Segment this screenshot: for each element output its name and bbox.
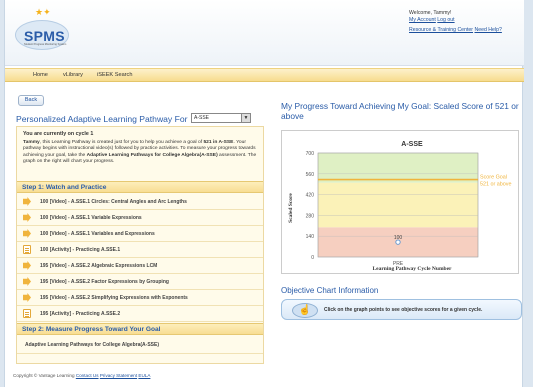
pathway-item-label[interactable]: 195 [Video] - A.SSE.2 Algebraic Expressi…: [40, 263, 157, 269]
pathway-item-label[interactable]: 195 [Activity] - Practicing A.SSE.2: [40, 311, 120, 317]
chart-y-tick-label: 140: [306, 234, 315, 240]
intro-name: Tammy: [23, 140, 40, 145]
intro-assessment: Adaptive Learning Pathways for College A…: [86, 152, 218, 158]
document-icon: [23, 245, 31, 254]
welcome-text: Welcome, Tammy!: [409, 10, 452, 16]
pathway-item[interactable]: 195 [Video] - A.SSE.2 Algebraic Expressi…: [17, 258, 263, 274]
spms-logo[interactable]: ★✦ SPMS Student Progress Monitoring Syst…: [15, 8, 71, 52]
video-icon: [23, 277, 31, 286]
chart-band: [318, 182, 478, 228]
resource-center-link[interactable]: Resource & Training Center: [409, 27, 473, 33]
assessment-item-label[interactable]: Adaptive Learning Pathways for College A…: [25, 342, 159, 348]
cycle-text: You are currently on cycle 1: [23, 131, 94, 137]
pathway-item[interactable]: 100 [Video] - A.SSE.1 Variables and Expr…: [17, 226, 263, 242]
goal-label-line1: Score Goal: [480, 175, 507, 181]
pathway-item[interactable]: 100 [Activity] - Practicing A.SSE.1: [17, 242, 263, 258]
pointing-hand-icon: ☝: [292, 303, 318, 318]
pathway-item[interactable]: 100 [Video] - A.SSE.1 Variable Expressio…: [17, 210, 263, 226]
pathway-item[interactable]: 100 [Video] - A.SSE.1 Circles: Central A…: [17, 194, 263, 210]
chevron-down-icon[interactable]: ▼: [241, 114, 250, 122]
chart-title: A-SSE: [401, 141, 423, 148]
video-icon: [23, 229, 31, 238]
nav-iseek-search[interactable]: iSEEK Search: [97, 72, 132, 78]
log-out-link[interactable]: Log out: [437, 17, 454, 23]
video-icon: [23, 213, 31, 222]
chart-y-label: Scaled Score: [288, 193, 294, 223]
pathway-title: Personalized Adaptive Learning Pathway F…: [16, 114, 188, 124]
progress-chart-box: 0 140 280 420 560 700 PRE A-SSE Learning Path…: [281, 130, 519, 274]
progress-title: My Progress Toward Achieving My Goal: Sc…: [281, 101, 519, 121]
chart-band: [318, 153, 478, 183]
step2-header: Step 2: Measure Progress Toward Your Goa…: [17, 323, 263, 335]
nav-vlibrary[interactable]: vLibrary: [63, 72, 83, 78]
pathway-item-label[interactable]: 100 [Video] - A.SSE.1 Variables and Expr…: [40, 231, 155, 237]
back-button[interactable]: Back: [18, 95, 44, 106]
pathway-item-label[interactable]: 100 [Video] - A.SSE.1 Circles: Central A…: [40, 199, 187, 205]
contact-us-link[interactable]: Contact Us: [76, 373, 99, 378]
subject-select[interactable]: A-SSE ▼: [191, 113, 251, 123]
subject-select-value: A-SSE: [194, 115, 210, 121]
chart-y-tick-label: 560: [306, 172, 315, 178]
privacy-link[interactable]: Privacy Statement: [100, 373, 137, 378]
objective-hint-text: Click on the graph points to see objecti…: [324, 307, 483, 313]
welcome-box: Welcome, Tammy! My Account Log out Resou…: [409, 10, 514, 34]
pathway-panel: You are currently on cycle 1 Tammy, this…: [16, 126, 264, 364]
pathway-item[interactable]: 195 [Video] - A.SSE.2 Factor Expressions…: [17, 274, 263, 290]
pathway-item[interactable]: 195 [Activity] - Practicing A.SSE.2: [17, 306, 263, 322]
video-icon: [23, 197, 31, 206]
intro-text: Tammy, this Learning Pathway is created …: [23, 140, 259, 165]
logo-subtext: Student Progress Monitoring System: [24, 43, 67, 46]
eula-link[interactable]: EULA: [138, 373, 150, 378]
need-help-link[interactable]: Need Help?: [474, 27, 501, 33]
pathway-item-label[interactable]: 100 [Activity] - Practicing A.SSE.1: [40, 247, 120, 253]
page: ★✦ SPMS Student Progress Monitoring Syst…: [4, 0, 524, 387]
chart-data-point[interactable]: [395, 239, 401, 245]
video-icon: [23, 293, 31, 302]
pathway-item-label[interactable]: 100 [Video] - A.SSE.1 Variable Expressio…: [40, 215, 142, 221]
nav-home[interactable]: Home: [33, 72, 48, 78]
logo-text: SPMS: [24, 28, 65, 44]
intro-goal: 521 in A-SSE: [203, 140, 234, 145]
step1-header: Step 1: Watch and Practice: [17, 181, 263, 193]
assessment-item[interactable]: Adaptive Learning Pathways for College A…: [17, 336, 263, 354]
chart-y-tick-label: 280: [306, 213, 315, 219]
nav-bar: Home vLibrary iSEEK Search: [5, 68, 524, 82]
chart-y-tick-label: 420: [306, 193, 315, 199]
my-account-link[interactable]: My Account: [409, 17, 436, 23]
pathway-item-label[interactable]: 195 [Video] - A.SSE.2 Factor Expressions…: [40, 279, 169, 285]
pathway-item[interactable]: 195 [Video] - A.SSE.2 Simplifying Expres…: [17, 290, 263, 306]
copyright-text: Copyright © Vantage Learning: [13, 373, 75, 378]
video-icon: [23, 261, 31, 270]
footer: Copyright © Vantage Learning Contact Us …: [13, 373, 150, 378]
goal-label-line2: 521 or above: [480, 182, 511, 188]
pathway-item-label[interactable]: 195 [Video] - A.SSE.2 Simplifying Expres…: [40, 295, 188, 301]
document-icon: [23, 309, 31, 318]
header: ★✦ SPMS Student Progress Monitoring Syst…: [5, 0, 524, 66]
chart-x-label: Learning Pathway Cycle Number: [373, 266, 453, 272]
intro-part-1: , this Learning Pathway is created just …: [39, 140, 204, 145]
chart-y-tick-label: 700: [306, 151, 315, 157]
objective-hint-box: ☝ Click on the graph points to see objec…: [281, 299, 522, 320]
progress-chart: 0140280420560700 PRE A-SSE Learning Path…: [288, 141, 511, 272]
objective-chart-title: Objective Chart Information: [281, 286, 379, 295]
chart-y-tick-label: 0: [311, 255, 314, 261]
logo-stars-icon: ★✦: [35, 7, 51, 17]
